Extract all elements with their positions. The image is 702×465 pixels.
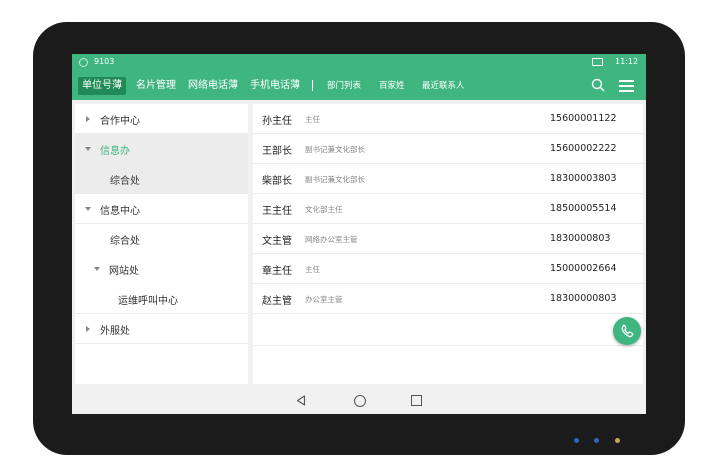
tab-surnames[interactable]: 百家姓 <box>379 77 405 95</box>
tree-item-external-service[interactable]: 外服处 <box>75 314 248 344</box>
android-nav-bar <box>72 387 646 414</box>
home-icon[interactable] <box>354 395 366 407</box>
contact-row[interactable]: 文主管 网络办公室主管 1830000803 <box>253 224 643 254</box>
tree-item-label: 信息中心 <box>100 206 140 217</box>
tree-item-cooperation-center[interactable]: 合作中心 <box>75 104 248 134</box>
tree-item-website-office[interactable]: 网站处 <box>75 254 248 284</box>
contact-name: 文主管 <box>262 236 292 247</box>
tree-item-label: 网站处 <box>109 266 139 277</box>
tab-separator <box>312 80 313 91</box>
tree-item-general-office-1[interactable]: 综合处 <box>75 164 248 194</box>
contact-row[interactable]: 柴部长 副书记兼文化部长 18300003803 <box>253 164 643 194</box>
tree-item-label: 合作中心 <box>100 116 140 127</box>
phone-icon <box>621 324 634 338</box>
contact-title: 文化部主任 <box>305 205 343 214</box>
contact-row[interactable]: 王部长 副书记兼文化部长 15600002222 <box>253 134 643 164</box>
contact-name: 赵主管 <box>262 296 292 307</box>
contact-list: 孙主任 主任 15600001122 王部长 副书记兼文化部长 15600002… <box>253 104 643 384</box>
chevron-down-icon <box>85 147 91 151</box>
extension-number: 9103 <box>94 57 115 66</box>
led-indicator-blue-2 <box>594 438 599 443</box>
contact-row[interactable]: 王主任 文化部主任 18500005514 <box>253 194 643 224</box>
screen: 9103 11:12 单位号薄 名片管理 网络电话薄 手机电话薄 部门列表 百家… <box>72 54 646 414</box>
clock: 11:12 <box>615 57 639 66</box>
recent-icon[interactable] <box>411 395 422 406</box>
status-bar: 9103 11:12 <box>72 54 646 71</box>
tree-item-info-office[interactable]: 信息办 <box>75 134 248 164</box>
contact-title: 副书记兼文化部长 <box>305 175 365 184</box>
led-indicator-amber <box>615 438 620 443</box>
contact-phone: 1830000803 <box>550 233 611 244</box>
contact-title: 网络办公室主管 <box>305 235 358 244</box>
contact-row[interactable]: 章主任 主任 15000002664 <box>253 254 643 284</box>
chevron-down-icon <box>85 207 91 211</box>
contact-name: 王部长 <box>262 146 292 157</box>
contact-row[interactable]: 赵主管 办公室主管 18300000803 <box>253 284 643 314</box>
search-icon[interactable] <box>591 78 605 92</box>
contact-name: 孙主任 <box>262 116 292 127</box>
department-tree: 合作中心 信息办 综合处 信息中心 综合处 网站处 运维呼叫中心 外服处 <box>75 104 248 384</box>
contact-phone: 15600002222 <box>550 143 617 154</box>
contact-phone: 18300000803 <box>550 293 617 304</box>
back-icon[interactable] <box>296 395 306 406</box>
contact-phone: 15000002664 <box>550 263 617 274</box>
contact-title: 主任 <box>305 265 320 274</box>
contact-phone: 18500005514 <box>550 203 617 214</box>
contact-title: 办公室主管 <box>305 295 343 304</box>
wifi-icon <box>79 58 88 67</box>
tab-mobile-phonebook[interactable]: 手机电话薄 <box>250 77 300 95</box>
menu-icon[interactable] <box>619 80 634 92</box>
signal-icon <box>592 58 603 66</box>
tree-item-info-center[interactable]: 信息中心 <box>75 194 248 224</box>
contact-name: 章主任 <box>262 266 292 277</box>
contact-row-empty <box>253 314 643 346</box>
tree-item-label: 外服处 <box>100 326 130 337</box>
app-bar: 单位号薄 名片管理 网络电话薄 手机电话薄 部门列表 百家姓 最近联系人 <box>72 71 646 100</box>
tree-item-general-office-2[interactable]: 综合处 <box>75 224 248 254</box>
tree-item-label: 运维呼叫中心 <box>118 296 178 307</box>
chevron-right-icon <box>86 115 90 122</box>
tab-department-list[interactable]: 部门列表 <box>327 77 361 95</box>
tree-item-label: 综合处 <box>110 236 140 247</box>
contact-row[interactable]: 孙主任 主任 15600001122 <box>253 104 643 134</box>
contact-name: 柴部长 <box>262 176 292 187</box>
chevron-right-icon <box>86 325 90 332</box>
tab-recent-contacts[interactable]: 最近联系人 <box>422 77 465 95</box>
led-indicator-blue-1 <box>574 438 579 443</box>
contact-title: 副书记兼文化部长 <box>305 145 365 154</box>
tree-item-ops-call-center[interactable]: 运维呼叫中心 <box>75 284 248 314</box>
tree-item-label: 信息办 <box>100 146 130 157</box>
call-button[interactable] <box>613 317 641 345</box>
tab-network-phonebook[interactable]: 网络电话薄 <box>188 77 238 95</box>
tree-item-label: 综合处 <box>110 176 140 187</box>
contact-phone: 18300003803 <box>550 173 617 184</box>
tab-unit-directory[interactable]: 单位号薄 <box>78 77 126 95</box>
contact-name: 王主任 <box>262 206 292 217</box>
contact-phone: 15600001122 <box>550 113 617 124</box>
tab-card-management[interactable]: 名片管理 <box>136 77 176 95</box>
contact-title: 主任 <box>305 115 320 124</box>
chevron-down-icon <box>94 267 100 271</box>
